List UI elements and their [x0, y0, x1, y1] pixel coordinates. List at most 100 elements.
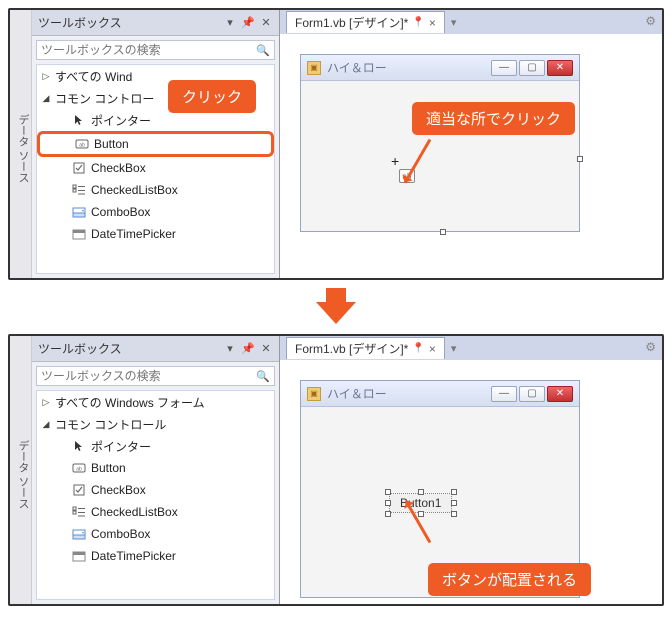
form-title: ハイ＆ロー [327, 59, 485, 76]
item-checkbox[interactable]: CheckBox [37, 479, 274, 501]
doc-tab-bar: Form1.vb [デザイン]* 📍 × ▾ [280, 10, 662, 34]
toolbox-search[interactable]: 🔍 [36, 40, 275, 60]
item-combobox[interactable]: ComboBox [37, 201, 274, 223]
form-titlebar: ▣ ハイ＆ロー — ▢ ✕ [301, 381, 579, 407]
design-canvas[interactable]: ▣ ハイ＆ロー — ▢ ✕ Button1 [290, 370, 652, 594]
crosshair-cursor: + [391, 153, 399, 169]
chevron-right-icon: ▷ [41, 397, 51, 407]
button-icon: ab [74, 136, 90, 152]
combobox-icon [71, 204, 87, 220]
selection-handle[interactable] [418, 489, 424, 495]
button-control[interactable]: Button1 [389, 493, 452, 513]
toolbox-panel: ツールボックス ▾ 📌 ✕ 🔍 ▷ すべての Wind ◢ コモン コントロー … [32, 10, 280, 278]
toolbox-title: ツールボックス [38, 340, 219, 357]
checkedlistbox-icon [71, 504, 87, 520]
item-label: ComboBox [91, 205, 150, 219]
item-label: ComboBox [91, 527, 150, 541]
dropdown-icon[interactable]: ▾ [223, 16, 237, 30]
pin-icon[interactable]: 📌 [241, 342, 255, 356]
doc-tab[interactable]: Form1.vb [デザイン]* 📍 × [286, 11, 445, 33]
callout-placed: ボタンが配置される [428, 563, 591, 596]
doc-tab-label: Form1.vb [デザイン]* [295, 14, 408, 31]
gear-icon[interactable]: ⚙ [645, 14, 656, 28]
toolbox-tree: ▷ すべての Windows フォーム ◢ コモン コントロール ポインター a… [36, 390, 275, 600]
item-label: Button [94, 137, 129, 151]
item-button[interactable]: ab Button [37, 131, 274, 157]
dropdown-icon[interactable]: ▾ [451, 16, 457, 29]
pin-icon[interactable]: 📍 [412, 343, 424, 354]
item-combobox[interactable]: ComboBox [37, 523, 274, 545]
minimize-button[interactable]: — [491, 60, 517, 76]
maximize-button[interactable]: ▢ [519, 386, 545, 402]
close-icon[interactable]: ✕ [259, 342, 273, 356]
checkbox-icon [71, 482, 87, 498]
item-datetimepicker[interactable]: DateTimePicker [37, 223, 274, 245]
search-input[interactable] [41, 369, 252, 383]
minimize-button[interactable]: — [491, 386, 517, 402]
maximize-button[interactable]: ▢ [519, 60, 545, 76]
item-label: CheckBox [91, 483, 146, 497]
vs-frame-top: データ ソース ツールボックス ▾ 📌 ✕ 🔍 ▷ すべての Wind ◢ コモ… [8, 8, 664, 280]
form-title: ハイ＆ロー [327, 385, 485, 402]
toolbox-search[interactable]: 🔍 [36, 366, 275, 386]
item-datetimepicker[interactable]: DateTimePicker [37, 545, 274, 567]
item-checkbox[interactable]: CheckBox [37, 157, 274, 179]
item-label: DateTimePicker [91, 227, 176, 241]
item-label: CheckedListBox [91, 183, 178, 197]
close-icon[interactable]: × [429, 342, 436, 356]
arrow-down-icon [316, 302, 356, 324]
designer-panel: ⚙ Form1.vb [デザイン]* 📍 × ▾ ▣ ハイ＆ロー — ▢ ✕ [280, 10, 662, 278]
gear-icon[interactable]: ⚙ [645, 340, 656, 354]
selection-handle[interactable] [440, 229, 446, 235]
doc-tab-bar: Form1.vb [デザイン]* 📍 × ▾ [280, 336, 662, 360]
close-icon[interactable]: × [429, 16, 436, 30]
item-button[interactable]: ab Button [37, 457, 274, 479]
close-button[interactable]: ✕ [547, 60, 573, 76]
search-input[interactable] [41, 43, 252, 57]
doc-tab[interactable]: Form1.vb [デザイン]* 📍 × [286, 337, 445, 359]
callout-click: クリック [168, 80, 256, 113]
dropdown-icon[interactable]: ▾ [223, 342, 237, 356]
datasource-tab[interactable]: データ ソース [10, 10, 32, 278]
selection-handle[interactable] [577, 156, 583, 162]
group-all-windows[interactable]: ▷ すべての Windows フォーム [37, 391, 274, 413]
item-label: ポインター [91, 438, 151, 455]
pin-icon[interactable]: 📍 [412, 17, 424, 28]
callout-click-anywhere: 適当な所でクリック [412, 102, 575, 135]
svg-text:ab: ab [79, 143, 85, 149]
pointer-icon [71, 112, 87, 128]
item-pointer[interactable]: ポインター [37, 435, 274, 457]
button-icon: ab [71, 460, 87, 476]
checkedlistbox-icon [71, 182, 87, 198]
pin-icon[interactable]: 📌 [241, 16, 255, 30]
close-button[interactable]: ✕ [547, 386, 573, 402]
datetimepicker-icon [71, 226, 87, 242]
selection-handle[interactable] [385, 500, 391, 506]
datasource-tab[interactable]: データ ソース [10, 336, 32, 604]
toolbox-header: ツールボックス ▾ 📌 ✕ [32, 10, 279, 36]
window-buttons: — ▢ ✕ [491, 386, 573, 402]
selection-handle[interactable] [451, 500, 457, 506]
selection-handle[interactable] [385, 511, 391, 517]
dropdown-icon[interactable]: ▾ [451, 342, 457, 355]
item-label: DateTimePicker [91, 549, 176, 563]
item-checkedlistbox[interactable]: CheckedListBox [37, 501, 274, 523]
pointer-icon [71, 438, 87, 454]
item-checkedlistbox[interactable]: CheckedListBox [37, 179, 274, 201]
chevron-down-icon: ◢ [41, 419, 51, 429]
form-window[interactable]: ▣ ハイ＆ロー — ▢ ✕ + ab [300, 54, 580, 232]
datetimepicker-icon [71, 548, 87, 564]
form-titlebar: ▣ ハイ＆ロー — ▢ ✕ [301, 55, 579, 81]
app-icon: ▣ [307, 61, 321, 75]
group-common-controls[interactable]: ◢ コモン コントロール [37, 413, 274, 435]
chevron-down-icon: ◢ [41, 93, 51, 103]
design-canvas[interactable]: ▣ ハイ＆ロー — ▢ ✕ + ab [290, 44, 652, 268]
toolbox-header: ツールボックス ▾ 📌 ✕ [32, 336, 279, 362]
selection-handle[interactable] [451, 511, 457, 517]
close-icon[interactable]: ✕ [259, 16, 273, 30]
selection-handle[interactable] [418, 511, 424, 517]
checkbox-icon [71, 160, 87, 176]
selection-handle[interactable] [385, 489, 391, 495]
selection-handle[interactable] [451, 489, 457, 495]
search-icon: 🔍 [256, 44, 270, 57]
